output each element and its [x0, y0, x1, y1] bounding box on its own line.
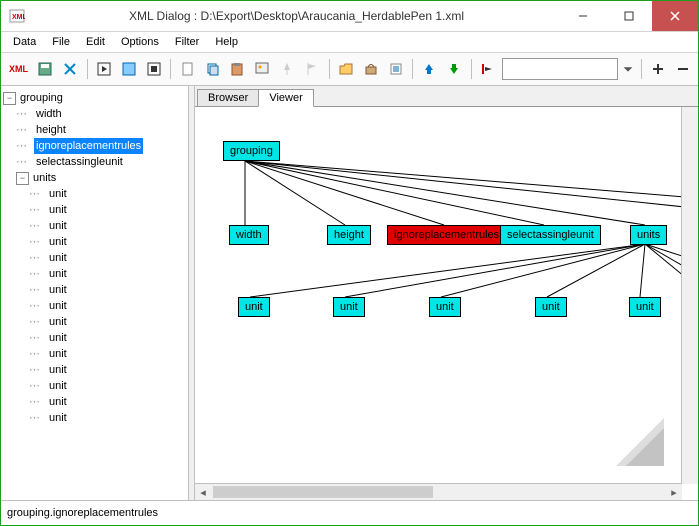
scrollbar-horizontal[interactable]: ◂▸ [195, 483, 682, 500]
collapse-icon[interactable]: − [3, 92, 16, 105]
cancel-icon[interactable] [59, 57, 82, 81]
tree-node[interactable]: ⋯height [3, 122, 186, 138]
graph-node-unit[interactable]: unit [429, 297, 461, 317]
body-split: −grouping ⋯width ⋯height ⋯ignoreplacemen… [1, 86, 698, 500]
toolbar-sep [87, 59, 88, 79]
toolbar-sep [329, 59, 330, 79]
tree-node-unit[interactable]: ⋯unit [3, 410, 186, 426]
scrollbar-vertical[interactable] [681, 107, 698, 484]
toolbar-sep [471, 59, 472, 79]
paste-icon[interactable] [226, 57, 249, 81]
maximize-button[interactable] [606, 1, 652, 31]
tree-node-units[interactable]: −units [3, 170, 186, 186]
save-icon[interactable] [34, 57, 57, 81]
tree-node-unit[interactable]: ⋯unit [3, 314, 186, 330]
tree-node-selected[interactable]: ⋯ignoreplacementrules [3, 138, 186, 154]
graph-node-unit[interactable]: unit [238, 297, 270, 317]
graph-node-height[interactable]: height [327, 225, 371, 245]
graph-node-units[interactable]: units [630, 225, 667, 245]
stop-icon[interactable] [142, 57, 165, 81]
watermark-icon [600, 418, 664, 466]
tree-node-unit[interactable]: ⋯unit [3, 202, 186, 218]
arrow-up-icon[interactable] [418, 57, 441, 81]
status-path: grouping.ignoreplacementrules [7, 507, 158, 519]
list-icon[interactable] [384, 57, 407, 81]
tab-strip: Browser Viewer [195, 86, 698, 107]
tree-node-unit[interactable]: ⋯unit [3, 282, 186, 298]
tree-node-unit[interactable]: ⋯unit [3, 346, 186, 362]
menu-data[interactable]: Data [5, 34, 44, 50]
tree-node-unit[interactable]: ⋯unit [3, 330, 186, 346]
toolbar: XML [1, 53, 698, 86]
pin-icon[interactable] [276, 57, 299, 81]
graph-node-unit[interactable]: unit [629, 297, 661, 317]
window-icon[interactable] [118, 57, 141, 81]
collapse-icon[interactable]: − [16, 172, 29, 185]
tree-node-unit[interactable]: ⋯unit [3, 394, 186, 410]
toolbar-sep [641, 59, 642, 79]
tree-node-unit[interactable]: ⋯unit [3, 266, 186, 282]
tree-node-unit[interactable]: ⋯unit [3, 234, 186, 250]
dropdown-icon[interactable] [620, 57, 636, 81]
menu-help[interactable]: Help [207, 34, 246, 50]
right-panel: Browser Viewer [195, 86, 698, 500]
image-tool-icon[interactable] [251, 57, 274, 81]
tree-node-unit[interactable]: ⋯unit [3, 218, 186, 234]
play-icon[interactable] [93, 57, 116, 81]
copy-icon[interactable] [201, 57, 224, 81]
flag-icon[interactable] [301, 57, 324, 81]
tab-browser[interactable]: Browser [197, 89, 259, 107]
search-input[interactable] [502, 58, 618, 80]
graph-node-grouping[interactable]: grouping [223, 141, 280, 161]
scroll-thumb[interactable] [213, 486, 433, 498]
menu-options[interactable]: Options [113, 34, 167, 50]
tree-panel[interactable]: −grouping ⋯width ⋯height ⋯ignoreplacemen… [1, 86, 189, 500]
window-title: XML Dialog : D:\Export\Desktop\Araucania… [33, 9, 560, 23]
minimize-button[interactable] [560, 1, 606, 31]
arrow-down-icon[interactable] [443, 57, 466, 81]
menu-filter[interactable]: Filter [167, 34, 207, 50]
tab-viewer[interactable]: Viewer [258, 89, 313, 107]
tree-node-root[interactable]: −grouping [3, 90, 186, 106]
tree-node-unit[interactable]: ⋯unit [3, 250, 186, 266]
graph-node-width[interactable]: width [229, 225, 269, 245]
minus-icon[interactable] [671, 57, 694, 81]
tree-node[interactable]: ⋯width [3, 106, 186, 122]
tree-node-unit[interactable]: ⋯unit [3, 378, 186, 394]
svg-text:XML: XML [12, 14, 25, 21]
menu-file[interactable]: File [44, 34, 78, 50]
toolbar-sep [412, 59, 413, 79]
plus-icon[interactable] [646, 57, 669, 81]
app-window: XML XML Dialog : D:\Export\Desktop\Arauc… [0, 0, 699, 526]
status-bar: grouping.ignoreplacementrules [1, 500, 698, 525]
scroll-left-icon[interactable]: ◂ [195, 484, 211, 500]
menu-bar: Data File Edit Options Filter Help [1, 32, 698, 53]
graph-node-ignore[interactable]: ignoreplacementrules [387, 225, 506, 245]
window-controls [560, 1, 698, 31]
tree-node-unit[interactable]: ⋯unit [3, 186, 186, 202]
menu-edit[interactable]: Edit [78, 34, 113, 50]
tree-node[interactable]: ⋯selectassingleunit [3, 154, 186, 170]
xml-button[interactable]: XML [5, 57, 32, 81]
folder-open-icon[interactable] [334, 57, 357, 81]
app-icon: XML [9, 8, 25, 24]
basket-icon[interactable] [359, 57, 382, 81]
tree-node-unit[interactable]: ⋯unit [3, 362, 186, 378]
toolbar-sep [170, 59, 171, 79]
viewer-canvas[interactable]: grouping width height ignoreplacementrul… [195, 107, 698, 500]
title-bar[interactable]: XML XML Dialog : D:\Export\Desktop\Arauc… [1, 1, 698, 32]
graph-node-select[interactable]: selectassingleunit [500, 225, 601, 245]
new-doc-icon[interactable] [176, 57, 199, 81]
close-button[interactable] [652, 1, 698, 31]
graph-node-unit[interactable]: unit [535, 297, 567, 317]
graph-node-unit[interactable]: unit [333, 297, 365, 317]
cursor-goto-icon[interactable] [477, 57, 500, 81]
scroll-right-icon[interactable]: ▸ [666, 484, 682, 500]
tree-node-unit[interactable]: ⋯unit [3, 298, 186, 314]
